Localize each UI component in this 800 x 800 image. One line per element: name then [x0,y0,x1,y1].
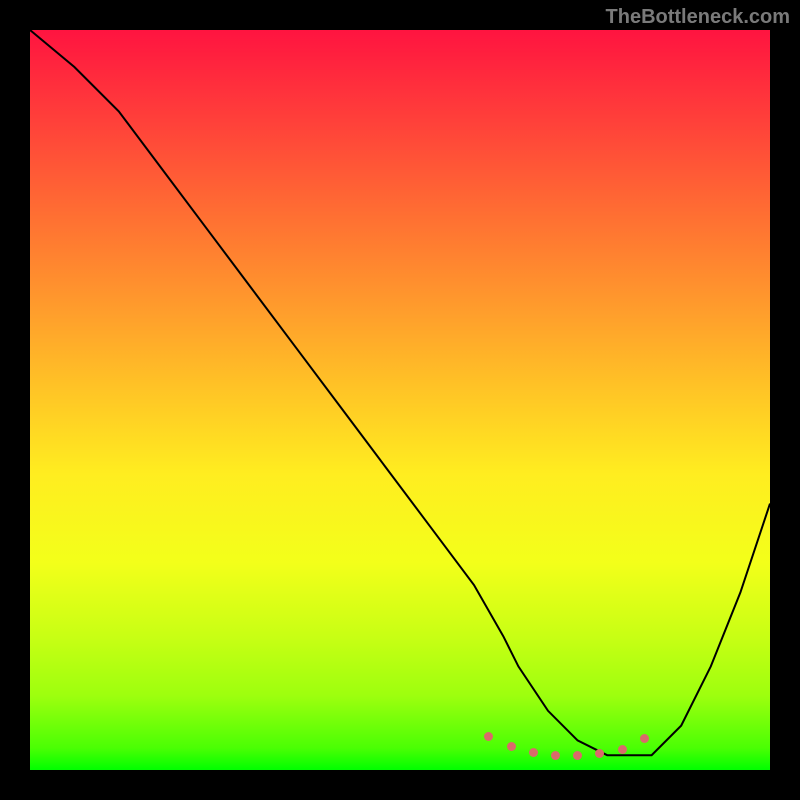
watermark-text: TheBottleneck.com [606,6,790,29]
curve-layer [30,30,770,770]
min-dot [573,751,582,760]
min-dot [551,751,560,760]
bottleneck-curve [30,30,770,755]
min-dot [507,742,516,751]
min-dot [618,745,627,754]
min-dot [529,748,538,757]
